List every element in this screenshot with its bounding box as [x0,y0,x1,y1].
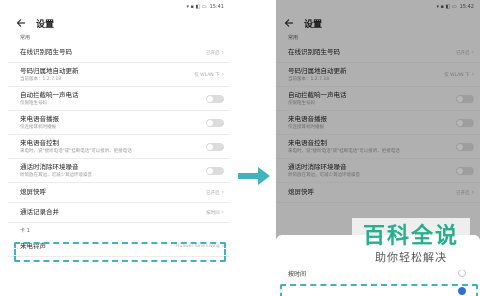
toggle-switch[interactable] [206,166,224,175]
setting-ringtone[interactable]: 来电铃声 Huawei Tune Living › [8,237,230,257]
row-title: 自动拦截响一声电话 [20,90,79,99]
status-time: 15:41 [209,4,224,10]
toggle-switch[interactable] [206,94,224,103]
arrow-right-icon [238,167,270,185]
row-title: 来电语音控制 [20,138,59,147]
setting-online-identify[interactable]: 在线识别陌生号码 已开启 › [8,43,230,63]
setting-location-update[interactable]: 号码归属地自动更新 当前版本：1.2.7.18 仅 WLAN 下 › [8,63,230,87]
row-title: 号码归属地自动更新 [20,66,79,75]
row-value: Huawei Tune Living [176,244,220,249]
left-settings-screen: ▾ ▪ ◧ ▭ 15:41 设置 常用 在线识别陌生号码 已开启 › 号码归属地自… [8,0,230,296]
toggle-switch[interactable] [206,142,224,151]
option-label: 按时间 [288,270,307,278]
chevron-right-icon: › [221,209,224,216]
setting-screen-off-call[interactable]: 熄屏快呼 已开启 › [8,183,230,203]
chevron-right-icon: › [221,49,224,56]
radio-unselected-icon[interactable] [458,269,466,277]
row-value: 仅 WLAN 下 [194,72,220,78]
setting-block-one-ring[interactable]: 自动拦截响一声电话 仅限陌生号码 [8,87,230,111]
watermark-sub-text: 助你轻松解决 [375,250,447,264]
setting-merge-call-log[interactable]: 通话记录合并 按时间 › [8,203,230,223]
row-value: 按时间 [206,210,220,216]
row-title: 熄屏快呼 [20,188,46,196]
radio-selected-icon[interactable] [458,286,466,295]
section-header-common: 常用 [20,35,31,41]
status-bar: ▾ ▪ ◧ ▭ 15:41 [8,0,230,14]
back-arrow-icon[interactable] [14,16,28,30]
setting-noise-cancel[interactable]: 通话时消除环境噪音 听筒放在耳边，可减少耳边环境噪音 [8,159,230,183]
chevron-right-icon: › [221,189,224,196]
row-title: 来电语音播报 [20,114,59,123]
section-header-card1: 卡 1 [20,227,30,234]
row-subtitle: 仅限陌生号码 [20,100,47,106]
setting-voice-control[interactable]: 来电语音控制 来电时，说"接听电话"或"挂断电话"可以接听、拒接电话 [8,135,230,159]
row-subtitle: 当前版本：1.2.7.18 [20,76,62,82]
row-title: 在线识别陌生号码 [20,48,72,56]
page-title: 设置 [36,19,55,30]
row-subtitle: 听筒放在耳边，可减少耳边环境噪音 [20,172,92,178]
watermark-logo: 百科全说 助你轻松解决 [352,218,470,270]
row-value: 已开启 [206,50,220,56]
row-subtitle: 仅连接耳机时播报 [20,124,56,130]
chevron-right-icon: › [221,243,224,250]
status-icons: ▾ ▪ ◧ ▭ [186,4,207,10]
row-title: 通话时消除环境噪音 [20,162,79,171]
setting-voice-announce[interactable]: 来电语音播报 仅连接耳机时播报 [8,111,230,135]
row-title: 通话记录合并 [20,208,59,216]
row-value: 已开启 [206,190,220,196]
row-subtitle: 来电时，说"接听电话"或"挂断电话"可以接听、拒接电话 [20,148,132,154]
watermark-main-text: 百科全说 [362,223,459,249]
option-second[interactable] [288,285,466,296]
toggle-switch[interactable] [206,118,224,127]
title-bar: 设置 [8,14,230,32]
row-title: 来电铃声 [20,242,46,250]
chevron-right-icon: › [221,71,224,78]
